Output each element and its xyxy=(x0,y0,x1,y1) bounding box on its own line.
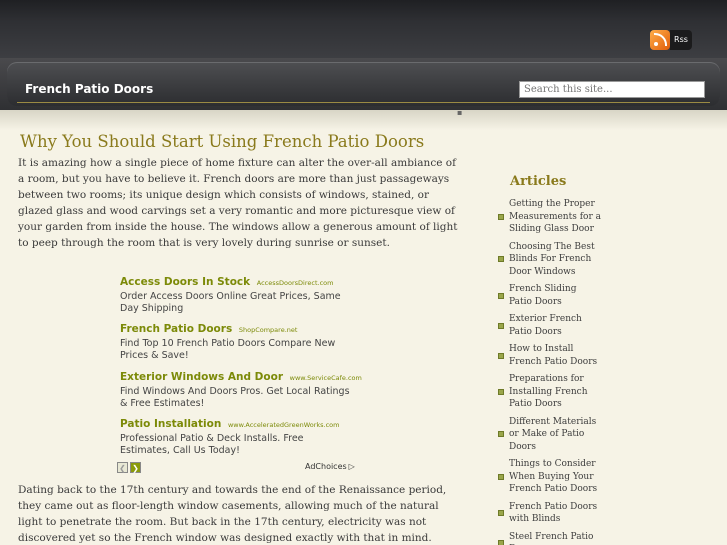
ad-title-2[interactable]: French Patio Doors xyxy=(120,323,232,335)
site-title-link[interactable]: French Patio Doors xyxy=(25,82,153,96)
adchoices-play-icon[interactable]: ▷ xyxy=(349,462,355,471)
ad-title-3[interactable]: Exterior Windows And Door xyxy=(120,371,283,383)
ad-url-3[interactable]: www.ServiceCafe.com xyxy=(290,374,362,382)
sidebar-item-link[interactable]: Things to Consider When Buying Your Fren… xyxy=(509,458,602,496)
sidebar-item-link[interactable]: French Sliding Patio Doors xyxy=(509,283,602,308)
sidebar-item-link[interactable]: How to Install French Patio Doors xyxy=(509,343,602,368)
sidebar-heading: Articles xyxy=(510,174,567,189)
ad-next-arrow-icon[interactable]: ❯ xyxy=(130,462,141,473)
bullet-icon xyxy=(498,292,504,299)
sidebar-item-link[interactable]: Preparations for Installing French Patio… xyxy=(509,373,602,411)
bullet-icon xyxy=(498,431,504,438)
sidebar-item[interactable]: Different Materials or Make of Patio Doo… xyxy=(497,416,602,454)
adchoices-link[interactable]: AdChoices ▷ xyxy=(305,462,355,471)
sidebar-item[interactable]: Steel French Patio Doors xyxy=(497,531,602,545)
sidebar-item-link[interactable]: French Patio Doors with Blinds xyxy=(509,501,602,526)
ad-unit-3[interactable]: Exterior Windows And Door www.ServiceCaf… xyxy=(120,371,362,410)
ad-unit-2[interactable]: French Patio Doors ShopCompare.net Find … xyxy=(120,323,360,362)
bullet-icon xyxy=(498,256,504,263)
bullet-icon xyxy=(498,540,504,545)
ad-unit-4[interactable]: Patio Installation www.AcceleratedGreenW… xyxy=(120,418,360,457)
sidebar-item[interactable]: French Sliding Patio Doors xyxy=(497,283,602,308)
bullet-icon xyxy=(498,213,504,220)
ad-unit-1[interactable]: Access Doors In Stock AccessDoorsDirect.… xyxy=(120,276,360,315)
sidebar-articles-list: Getting the Proper Measurements for a Sl… xyxy=(497,198,602,545)
top-header-bar: Rss xyxy=(0,0,727,58)
post-paragraph-2: Dating back to the 17th century and towa… xyxy=(18,484,447,544)
sidebar-item-link[interactable]: Choosing The Best Blinds For French Door… xyxy=(509,241,602,279)
sidebar-item[interactable]: Preparations for Installing French Patio… xyxy=(497,373,602,411)
header-shadow xyxy=(0,110,727,130)
ad-url-1[interactable]: AccessDoorsDirect.com xyxy=(257,279,334,287)
navigation-bar: French Patio Doors xyxy=(7,62,720,106)
ad-title-4[interactable]: Patio Installation xyxy=(120,418,221,430)
bullet-icon xyxy=(498,388,504,395)
bullet-icon xyxy=(498,510,504,516)
rss-label[interactable]: Rss xyxy=(670,30,692,50)
sidebar-item[interactable]: How to Install French Patio Doors xyxy=(497,343,602,368)
rss-feed-icon[interactable] xyxy=(650,30,670,50)
divider-dot: ▪ xyxy=(457,108,463,117)
search-input[interactable] xyxy=(519,81,705,98)
ad-url-2[interactable]: ShopCompare.net xyxy=(239,326,298,334)
ad-description-4: Professional Patio & Deck Installs. Free… xyxy=(120,433,304,456)
bullet-icon xyxy=(498,352,504,359)
post-paragraph-1: It is amazing how a single piece of home… xyxy=(18,157,458,249)
sidebar-item[interactable]: French Patio Doors with Blinds xyxy=(497,501,602,526)
post-title[interactable]: Why You Should Start Using French Patio … xyxy=(20,132,424,151)
sidebar-item[interactable]: Getting the Proper Measurements for a Sl… xyxy=(497,198,602,236)
sidebar-item[interactable]: Exterior French Patio Doors xyxy=(497,313,602,338)
sidebar-item-link[interactable]: Exterior French Patio Doors xyxy=(509,313,602,338)
adchoices-label[interactable]: AdChoices xyxy=(305,462,347,471)
ad-url-4[interactable]: www.AcceleratedGreenWorks.com xyxy=(228,421,340,429)
ad-description-2: Find Top 10 French Patio Doors Compare N… xyxy=(120,338,336,361)
sidebar-item[interactable]: Choosing The Best Blinds For French Door… xyxy=(497,241,602,279)
ad-title-1[interactable]: Access Doors In Stock xyxy=(120,276,250,288)
sidebar-item-link[interactable]: Different Materials or Make of Patio Doo… xyxy=(509,416,602,454)
ad-description-3: Find Windows And Doors Pros. Get Local R… xyxy=(120,386,350,409)
sidebar-item-link[interactable]: Steel French Patio Doors xyxy=(509,531,602,545)
bullet-icon xyxy=(498,473,504,480)
sidebar-item-link[interactable]: Getting the Proper Measurements for a Sl… xyxy=(509,198,602,236)
sidebar-item[interactable]: Things to Consider When Buying Your Fren… xyxy=(497,458,602,496)
ad-prev-arrow-icon[interactable]: ❮ xyxy=(117,462,128,473)
ad-description-1: Order Access Doors Online Great Prices, … xyxy=(120,291,341,314)
bullet-icon xyxy=(498,322,504,329)
